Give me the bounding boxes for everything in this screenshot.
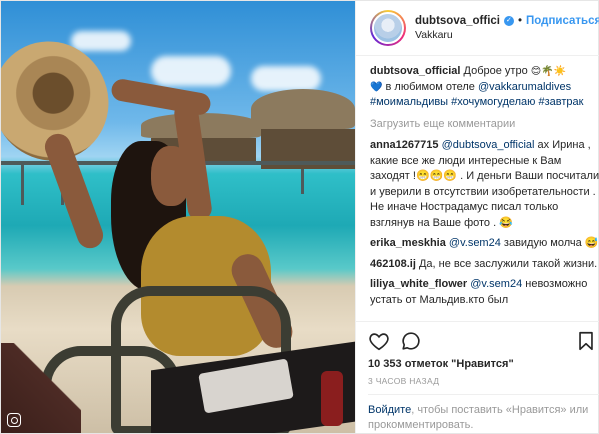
instagram-post: dubtsova_offici ✓ • Подписаться Vakkaru … — [0, 0, 599, 434]
load-more-comments[interactable]: Загрузить еще комментарии — [370, 117, 599, 133]
username-link[interactable]: dubtsova_offici — [415, 14, 500, 28]
comment-mention[interactable]: @v.sem24 — [449, 237, 501, 249]
heart-emoji: 💙 — [370, 81, 383, 93]
comment-text: завидую молча 😅 — [503, 237, 599, 249]
comment-username[interactable]: liliya_white_flower — [370, 278, 467, 290]
cloud — [151, 56, 231, 86]
comments-section: dubtsova_official Доброе утро 😊🌴☀️ 💙 в л… — [356, 56, 599, 321]
follow-button[interactable]: Подписаться — [526, 14, 599, 28]
comment: 462108.ij Да, не все заслужили такой жиз… — [370, 257, 599, 273]
post-header: dubtsova_offici ✓ • Подписаться Vakkaru — [356, 1, 599, 56]
comment-mention[interactable]: @dubtsova_official — [442, 139, 535, 151]
location-link[interactable]: Vakkaru — [415, 29, 599, 42]
caption: dubtsova_official Доброе утро 😊🌴☀️ 💙 в л… — [370, 64, 599, 111]
comment-text: ах Ирина , какие все же люди интересные … — [370, 139, 599, 229]
post-photo[interactable] — [1, 1, 355, 433]
hut-roof — [251, 89, 355, 129]
action-icons — [368, 328, 599, 354]
comment-text: Да, не все заслужили такой жизни. — [418, 257, 598, 270]
comment-mention[interactable]: @v.sem24 — [470, 278, 522, 290]
verified-icon: ✓ — [503, 16, 514, 27]
header-text: dubtsova_offici ✓ • Подписаться Vakkaru — [415, 14, 599, 42]
header-row: dubtsova_offici ✓ • Подписаться — [415, 14, 599, 28]
post-actions: 10 353 отметок "Нравится" 3 часов назад … — [356, 321, 599, 433]
caption-emoji: 😊🌴☀️ — [530, 66, 567, 77]
pier-post — [301, 169, 304, 194]
separator-dot: • — [517, 15, 523, 28]
caption-text: Доброе утро — [463, 65, 528, 77]
cloud — [71, 31, 131, 51]
login-prompt: Войдите, чтобы поставить «Нравится» или … — [368, 394, 599, 433]
comment: erika_meskhia @v.sem24 завидую молча 😅 — [370, 236, 599, 252]
comment: liliya_white_flower @v.sem24 невозможно … — [370, 277, 599, 308]
comment-username[interactable]: 462108.ij — [370, 258, 416, 270]
caption-username[interactable]: dubtsova_official — [370, 65, 460, 77]
cloud — [251, 66, 321, 91]
face — [151, 146, 191, 206]
comment-icon[interactable] — [400, 330, 422, 352]
comment: anna1267715 @dubtsova_official ах Ирина … — [370, 138, 599, 231]
caption-text-2: в любимом отеле — [385, 80, 475, 93]
likes-count[interactable]: 10 353 отметок "Нравится" — [368, 358, 599, 370]
heart-icon[interactable] — [368, 330, 390, 352]
comment-username[interactable]: erika_meskhia — [370, 237, 446, 249]
caption-mention[interactable]: @vakkarumaldives — [478, 81, 571, 93]
instagram-icon — [7, 413, 21, 427]
caption-hashtags[interactable]: #моимальдивы #хочумогуделаю #завтрак — [370, 96, 583, 108]
post-side-panel: dubtsova_offici ✓ • Подписаться Vakkaru … — [355, 1, 599, 433]
comment-username[interactable]: anna1267715 — [370, 139, 439, 151]
bookmark-icon[interactable] — [575, 330, 597, 352]
avatar-image — [372, 12, 404, 44]
pier-post — [21, 165, 24, 205]
post-time[interactable]: 3 часов назад — [368, 376, 599, 386]
red-glass — [321, 371, 343, 426]
avatar[interactable] — [370, 10, 406, 46]
login-link[interactable]: Войдите — [368, 404, 411, 416]
